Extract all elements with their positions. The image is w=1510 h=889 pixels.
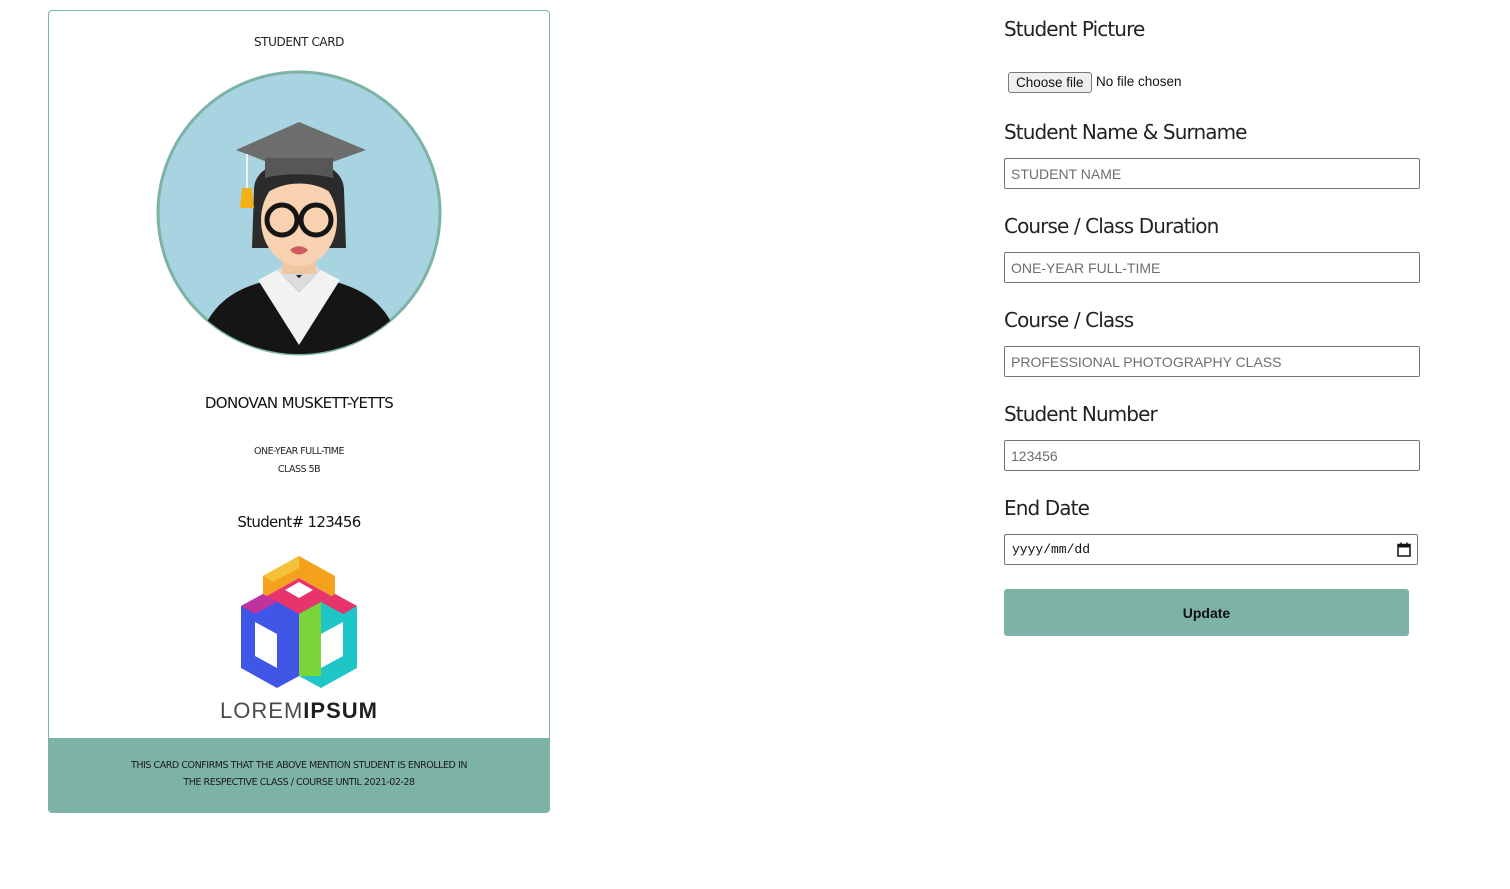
card-footer: THIS CARD CONFIRMS THAT THE ABOVE MENTIO…	[49, 738, 549, 812]
student-name-label: Student Name & Surname	[1004, 120, 1247, 144]
school-logo: LOREMIPSUM	[189, 546, 409, 728]
end-date-placeholder: yyyy/mm/dd	[1012, 542, 1091, 557]
card-footer-line: THE RESPECTIVE CLASS / COURSE UNTIL 2021…	[183, 777, 415, 788]
card-student-number: Student# 123456	[237, 513, 361, 531]
card-duration: ONE-YEAR FULL-TIME	[253, 446, 345, 457]
choose-file-button[interactable]: Choose file	[1008, 72, 1092, 93]
course-class-label: Course / Class	[1004, 308, 1134, 332]
logo-word-lorem: LOREM	[220, 698, 304, 723]
course-duration-input[interactable]	[1004, 252, 1420, 283]
file-status: No file chosen	[1096, 74, 1182, 89]
cube-logo-icon	[241, 556, 357, 688]
card-footer-line: THIS CARD CONFIRMS THAT THE ABOVE MENTIO…	[131, 760, 467, 771]
end-date-label: End Date	[1004, 496, 1090, 520]
card-student-name: DONOVAN MUSKETT-YETTS	[204, 394, 394, 412]
graduate-avatar-icon	[156, 70, 442, 356]
student-number-label: Student Number	[1004, 402, 1158, 426]
student-number-input[interactable]	[1004, 440, 1420, 471]
logo-word-ipsum: IPSUM	[303, 698, 378, 723]
student-name-input[interactable]	[1004, 158, 1420, 189]
course-class-input[interactable]	[1004, 346, 1420, 377]
calendar-icon[interactable]	[1397, 542, 1411, 557]
end-date-input[interactable]: yyyy/mm/dd	[1004, 534, 1418, 565]
card-title: STUDENT CARD	[253, 35, 345, 49]
student-card: STUDENT CARD DONOVAN MUSKETT-YETTS ONE-Y…	[48, 10, 550, 813]
course-duration-label: Course / Class Duration	[1004, 214, 1219, 238]
student-picture-label: Student Picture	[1004, 17, 1145, 41]
card-class: CLASS 5B	[277, 464, 321, 475]
logo-wordmark: LOREMIPSUM	[189, 698, 409, 724]
update-button[interactable]: Update	[1004, 589, 1409, 636]
